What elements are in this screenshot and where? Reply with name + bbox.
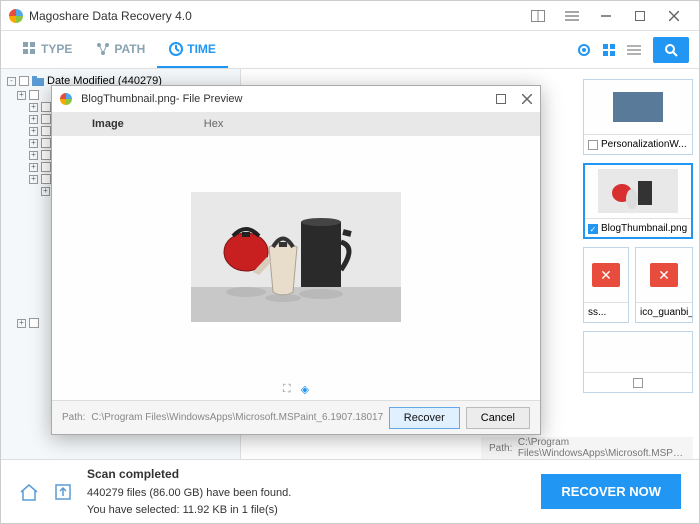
path-bar: Path: C:\Program Files\WindowsApps\Micro…: [481, 437, 693, 459]
dialog-title: BlogThumbnail.png- File Preview: [81, 93, 242, 105]
home-icon[interactable]: [19, 482, 39, 502]
expand-icon[interactable]: +: [17, 319, 26, 328]
checkbox-icon[interactable]: [19, 76, 29, 86]
error-icon: ✕: [650, 263, 678, 287]
checkbox-icon[interactable]: [41, 174, 51, 184]
type-icon: [23, 42, 37, 56]
expand-icon[interactable]: +: [29, 103, 38, 112]
app-title: Magoshare Data Recovery 4.0: [29, 9, 192, 23]
recover-button[interactable]: Recover: [389, 407, 460, 429]
folder-icon: [32, 76, 44, 86]
thumbnail-grid: PersonalizationW... ✓BlogThumbnail.png ✕…: [583, 79, 693, 393]
expand-icon[interactable]: +: [29, 151, 38, 160]
file-name: ico_guanbi_hover...: [640, 307, 692, 318]
dialog-titlebar: BlogThumbnail.png- File Preview: [52, 86, 540, 112]
checkbox-icon[interactable]: [41, 102, 51, 112]
preview-body: [52, 136, 540, 378]
error-icon: ✕: [592, 263, 620, 287]
cancel-button[interactable]: Cancel: [466, 407, 530, 429]
checkbox-icon[interactable]: [588, 140, 598, 150]
window-controls: [521, 1, 691, 31]
tab-path-label: PATH: [114, 42, 145, 56]
time-icon: [169, 42, 183, 56]
path-label: Path:: [62, 412, 85, 423]
thumbnail: [584, 332, 692, 372]
recover-now-button[interactable]: RECOVER NOW: [541, 474, 681, 509]
path-value: C:\Program Files\WindowsApps\Microsoft.M…: [91, 412, 382, 423]
tab-type[interactable]: TYPE: [11, 31, 84, 68]
path-label: Path:: [489, 443, 512, 454]
panel-icon[interactable]: [521, 1, 555, 31]
thumbnail: [584, 80, 692, 134]
minimize-icon[interactable]: [589, 1, 623, 31]
maximize-icon[interactable]: [496, 94, 506, 104]
search-button[interactable]: [653, 37, 689, 63]
menu-icon[interactable]: [555, 1, 589, 31]
export-icon[interactable]: [53, 482, 73, 502]
scan-line1: 440279 files (86.00 GB) have been found.: [87, 485, 291, 502]
thumbnail: ✕: [584, 248, 628, 302]
scan-line2: You have selected: 11.92 KB in 1 file(s): [87, 502, 291, 519]
expand-icon[interactable]: +: [29, 175, 38, 184]
path-icon: [96, 42, 110, 56]
file-name: ss...: [588, 307, 606, 318]
tab-hex[interactable]: Hex: [164, 118, 264, 130]
file-card[interactable]: PersonalizationW...: [583, 79, 693, 155]
grid-view-icon[interactable]: [603, 44, 615, 56]
main-toolbar: TYPE PATH TIME: [1, 31, 699, 69]
checkbox-icon[interactable]: [29, 318, 39, 328]
close-icon[interactable]: [657, 1, 691, 31]
search-icon: [664, 43, 678, 57]
dialog-footer: Path: C:\Program Files\WindowsApps\Micro…: [52, 400, 540, 434]
tab-time-label: TIME: [187, 42, 216, 56]
close-icon[interactable]: [522, 94, 532, 104]
file-preview-dialog: BlogThumbnail.png- File Preview Image He…: [51, 85, 541, 435]
checkbox-icon[interactable]: [41, 126, 51, 136]
preview-tool-icons: ⛶ ◈: [52, 378, 540, 400]
thumbnail: ✕: [636, 248, 692, 302]
file-name: BlogThumbnail.png: [601, 223, 687, 234]
rotate-icon[interactable]: ◈: [301, 383, 309, 396]
expand-icon[interactable]: -: [7, 77, 16, 86]
scan-heading: Scan completed: [87, 465, 291, 483]
expand-icon[interactable]: +: [29, 127, 38, 136]
app-footer: Scan completed 440279 files (86.00 GB) h…: [1, 459, 699, 523]
file-card[interactable]: [583, 331, 693, 393]
file-name: PersonalizationW...: [601, 139, 687, 150]
expand-icon[interactable]: +: [29, 139, 38, 148]
maximize-icon[interactable]: [623, 1, 657, 31]
checkbox-icon[interactable]: [41, 138, 51, 148]
checkbox-icon[interactable]: ✓: [588, 224, 598, 234]
scan-status: Scan completed 440279 files (86.00 GB) h…: [87, 465, 291, 518]
checkbox-icon[interactable]: [41, 114, 51, 124]
checkbox-icon[interactable]: [633, 378, 643, 388]
fit-icon[interactable]: ⛶: [283, 383, 291, 396]
preview-image: [191, 192, 401, 322]
preview-tabs: Image Hex: [52, 112, 540, 136]
window-titlebar: Magoshare Data Recovery 4.0: [1, 1, 699, 31]
tab-path[interactable]: PATH: [84, 31, 157, 68]
expand-icon[interactable]: +: [41, 187, 50, 196]
tab-time[interactable]: TIME: [157, 31, 228, 68]
expand-icon[interactable]: +: [17, 91, 26, 100]
checkbox-icon[interactable]: [41, 150, 51, 160]
preview-toggle-icon[interactable]: [577, 43, 591, 57]
thumbnail: [584, 164, 692, 218]
app-logo-icon: [9, 9, 23, 23]
file-card[interactable]: ✕ ico_guanbi_hover...: [635, 247, 693, 323]
checkbox-icon[interactable]: [41, 162, 51, 172]
list-view-icon[interactable]: [627, 45, 641, 55]
file-card[interactable]: ✕ ss...: [583, 247, 629, 323]
checkbox-icon[interactable]: [29, 90, 39, 100]
app-logo-icon: [60, 93, 72, 105]
tab-image[interactable]: Image: [52, 118, 164, 130]
path-value: C:\Program Files\WindowsApps\Microsoft.M…: [518, 437, 685, 459]
tab-type-label: TYPE: [41, 42, 72, 56]
file-card-selected[interactable]: ✓BlogThumbnail.png: [583, 163, 693, 239]
expand-icon[interactable]: +: [29, 163, 38, 172]
expand-icon[interactable]: +: [29, 115, 38, 124]
